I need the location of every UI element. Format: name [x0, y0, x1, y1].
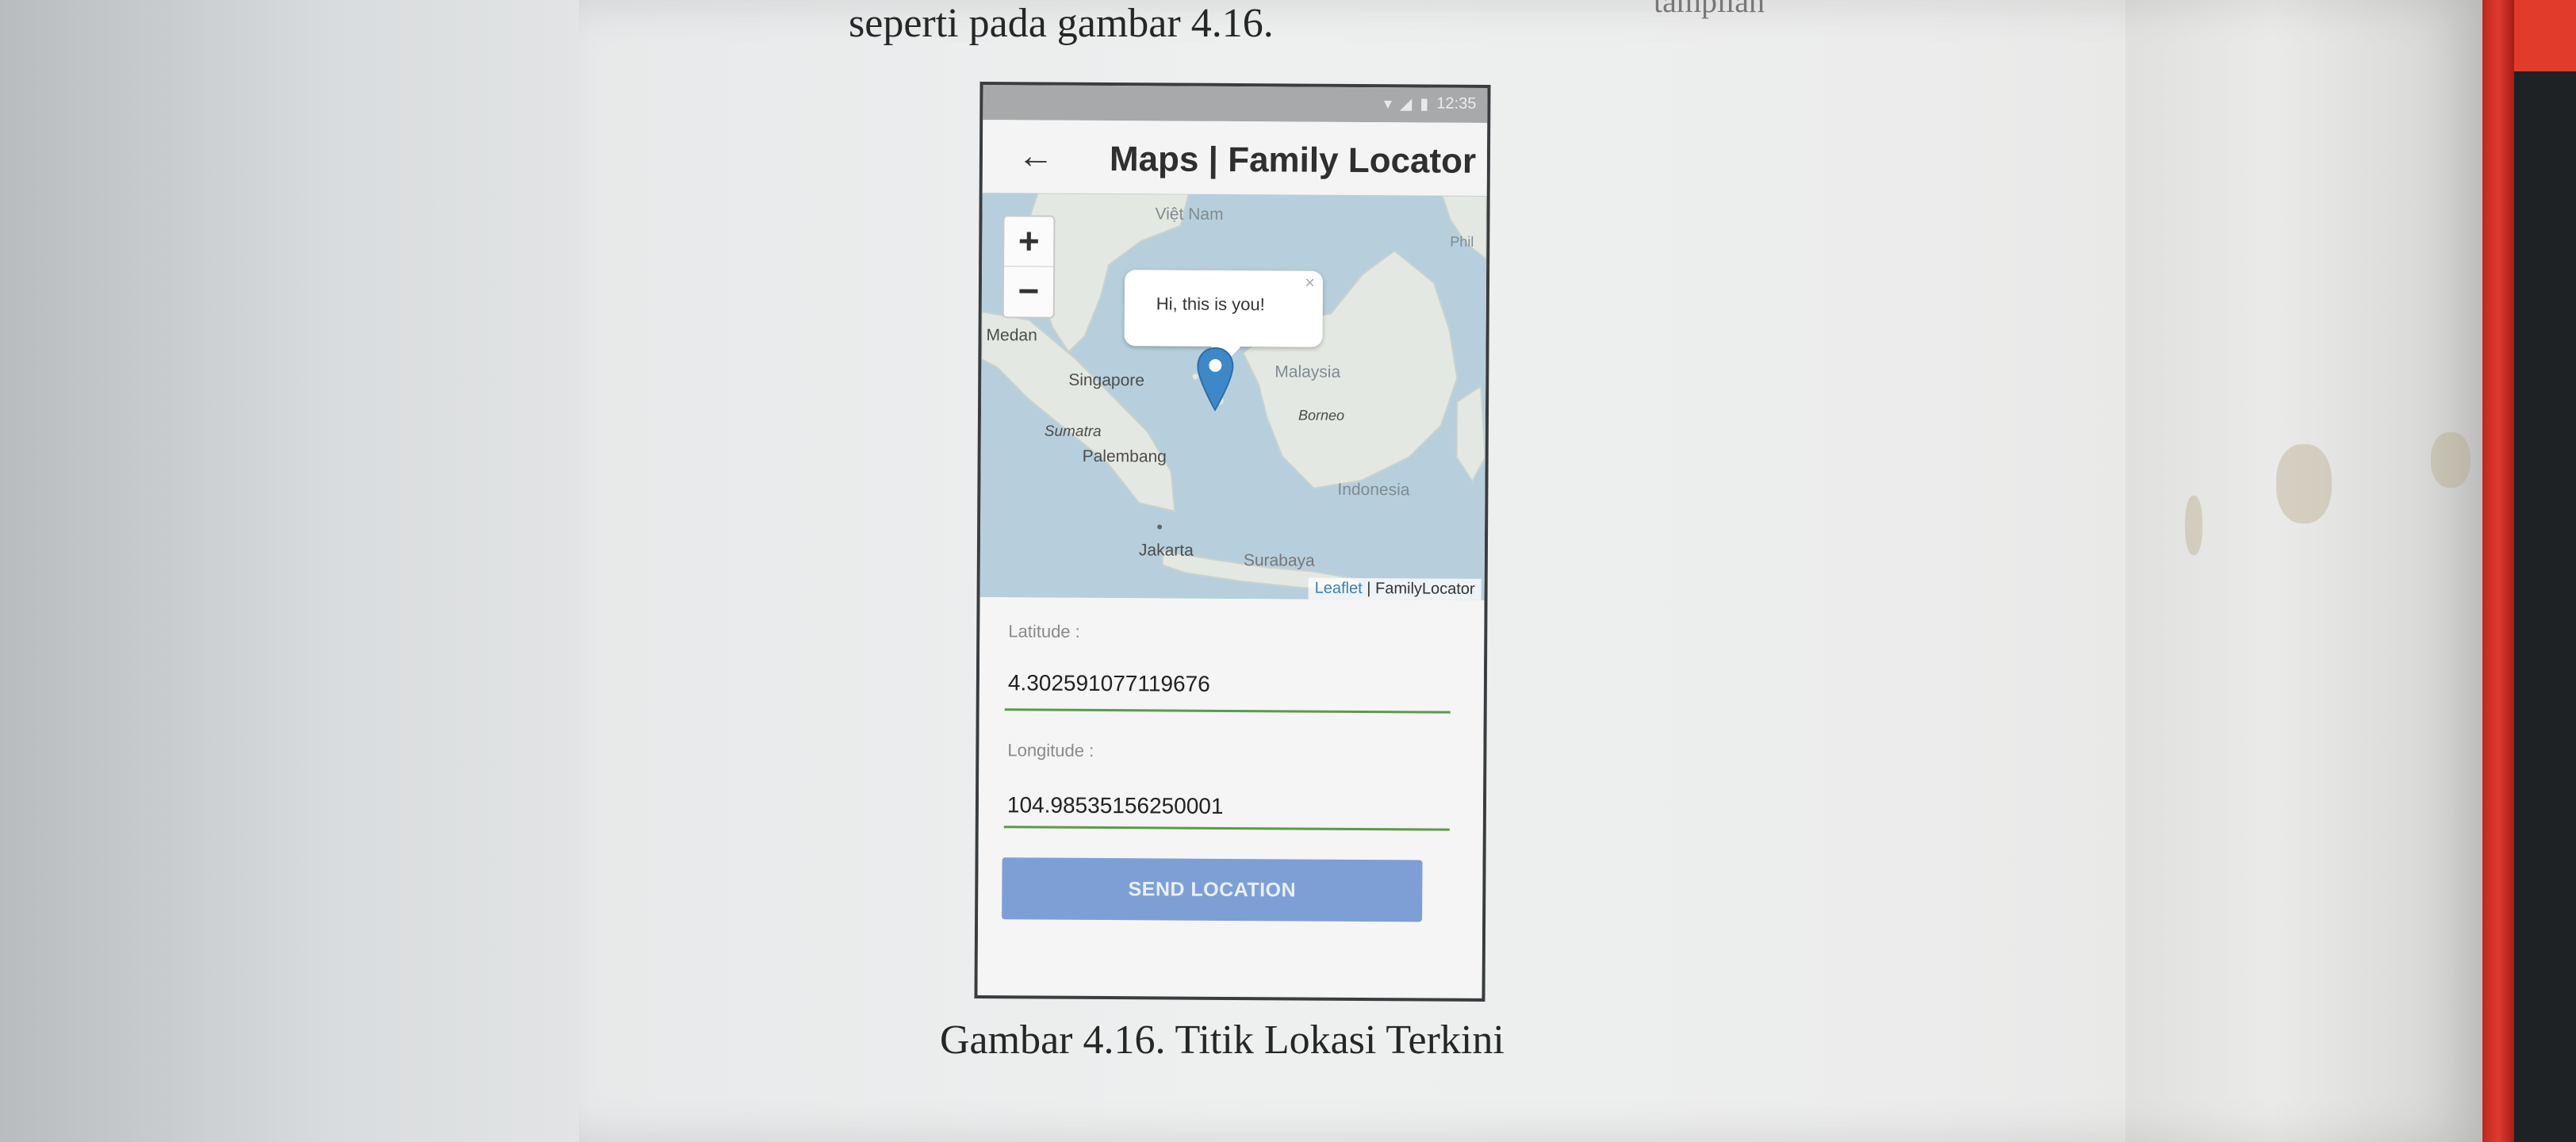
map-label-medan: Medan [986, 326, 1037, 345]
longitude-field[interactable]: 104.98535156250001 [1007, 792, 1224, 819]
page-stain [2276, 444, 2332, 523]
red-corner-object [2514, 0, 2576, 71]
location-form: Latitude : 4.302591077119676 Longitude :… [977, 597, 1485, 997]
map-label-borneo: Borneo [1298, 407, 1345, 423]
map-label-palembang: Palembang [1082, 446, 1167, 466]
page-fold-shadow [2126, 0, 2490, 1142]
send-location-button[interactable]: SEND LOCATION [1002, 857, 1423, 922]
map-label-sumatra: Sumatra [1044, 423, 1102, 440]
dark-background-edge [2514, 0, 2576, 1142]
location-popup: Hi, this is you! × [1124, 270, 1324, 362]
longitude-label: Longitude : [1007, 740, 1094, 761]
zoom-in-button[interactable]: + [1004, 217, 1054, 267]
map-label-singapore: Singapore [1068, 370, 1145, 390]
wifi-icon: ▾ [1383, 95, 1392, 113]
latitude-label: Latitude : [1008, 621, 1080, 642]
phone-screenshot-figure: ▾ ◢ ▮ 12:35 ← Maps | Family Locator Việt… [974, 82, 1491, 1002]
page-stain [2185, 496, 2202, 555]
attribution-source: FamilyLocator [1374, 580, 1475, 598]
map-label-jakarta: Jakarta [1138, 541, 1194, 560]
signal-icon: ◢ [1399, 95, 1413, 113]
left-book-page [0, 0, 611, 1142]
map-view[interactable]: Việt Nam Phil Medan Singapore Malaysia B… [979, 193, 1487, 600]
land-sulawesi [1455, 385, 1486, 483]
map-attribution: Leaflet | FamilyLocator [1308, 577, 1482, 600]
arrow-left-icon[interactable]: ← [1018, 134, 1054, 175]
battery-icon: ▮ [1420, 95, 1429, 113]
city-dot-jakarta [1157, 524, 1163, 530]
status-bar: ▾ ◢ ▮ 12:35 [983, 85, 1488, 123]
map-label-surabaya: Surabaya [1243, 551, 1315, 570]
app-bar: ← Maps | Family Locator [982, 120, 1488, 197]
red-book-cover-edge [2482, 0, 2514, 1142]
map-label-indonesia: Indonesia [1337, 480, 1410, 500]
zoom-control: + − [1002, 215, 1056, 319]
close-icon[interactable]: × [1305, 273, 1315, 293]
app-title: Maps | Family Locator [1109, 140, 1477, 181]
latitude-underline [1004, 708, 1451, 714]
zoom-out-button[interactable]: − [1004, 266, 1053, 316]
status-time: 12:35 [1436, 94, 1477, 113]
map-label-malaysia: Malaysia [1275, 362, 1341, 381]
figure-caption: Gambar 4.16. Titik Lokasi Terkini [940, 1017, 1505, 1063]
map-label-vietnam: Việt Nam [1155, 205, 1224, 224]
cropped-word: tampilan [1654, 0, 1765, 19]
latitude-field[interactable]: 4.302591077119676 [1008, 670, 1210, 697]
page-stain [2431, 432, 2471, 488]
paragraph-text: seperti pada gambar 4.16. [849, 1, 1274, 46]
popup-text: Hi, this is you! [1156, 293, 1265, 315]
leaflet-link[interactable]: Leaflet [1315, 580, 1363, 597]
map-label-philippines: Phil [1450, 233, 1474, 250]
longitude-underline [1003, 826, 1450, 831]
